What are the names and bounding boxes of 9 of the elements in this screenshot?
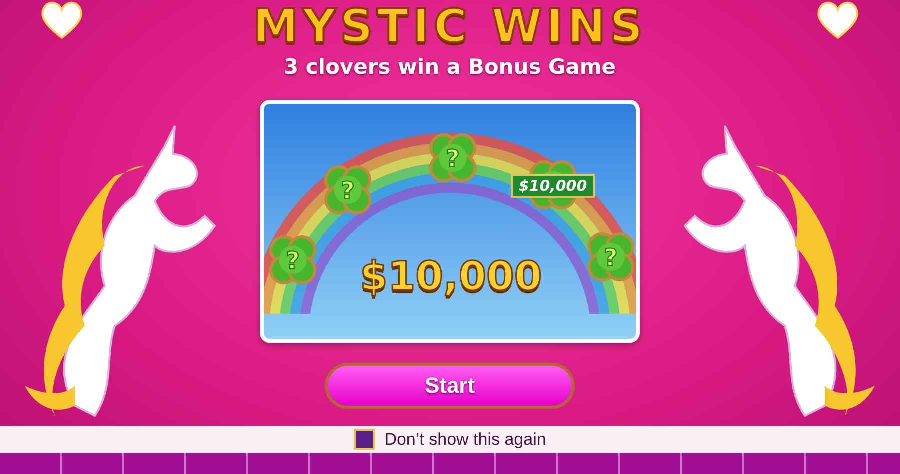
game-title: MYSTIC WINS	[253, 0, 647, 52]
start-button[interactable]: Start	[325, 363, 575, 409]
heart-icon	[816, 0, 860, 40]
heart-icon	[40, 0, 84, 40]
subtitle: 3 clovers win a Bonus Game	[282, 54, 618, 81]
prize-amount: $10,000	[360, 254, 542, 300]
checkbox-label: Don’t show this again	[384, 430, 546, 450]
checkbox[interactable]	[354, 429, 375, 450]
prize-banner: $10,000	[510, 174, 596, 198]
